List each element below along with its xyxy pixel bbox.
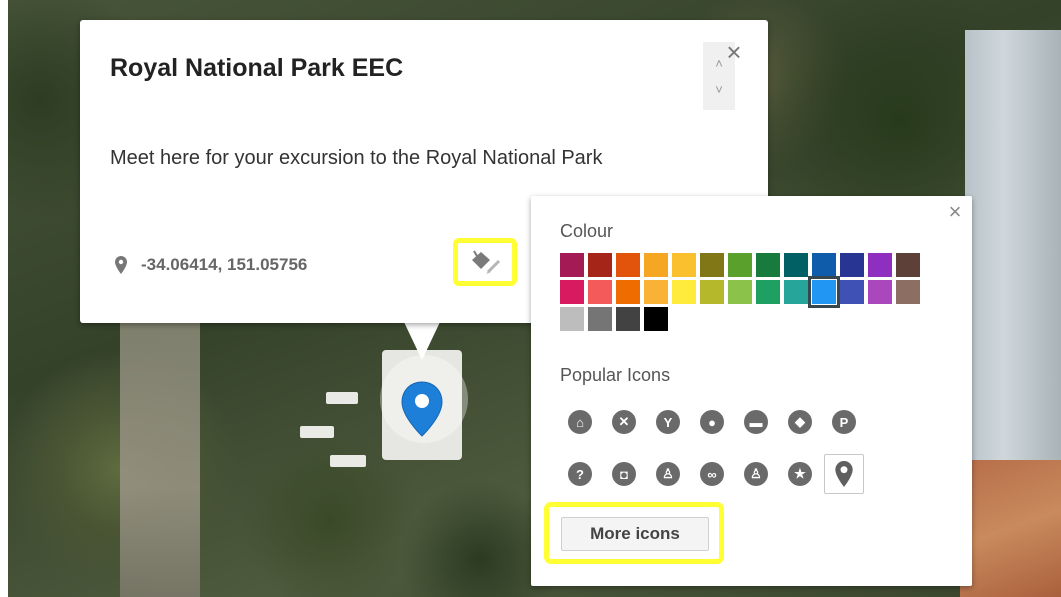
place-description[interactable]: Meet here for your excursion to the Roya… — [110, 138, 700, 179]
colour-swatch[interactable] — [812, 253, 836, 277]
bicycle-icon[interactable]: ∞ — [692, 454, 732, 494]
popular-icons-label: Popular Icons — [560, 365, 671, 385]
colour-label: Colour — [560, 221, 614, 241]
star-icon[interactable]: ★ — [780, 454, 820, 494]
bar-icon[interactable]: Y — [648, 402, 688, 442]
colour-swatch[interactable] — [756, 253, 780, 277]
coordinates-row: -34.06414, 151.05756 — [115, 253, 307, 277]
colour-swatch[interactable] — [840, 280, 864, 304]
colour-swatch[interactable] — [808, 276, 840, 308]
hotel-icon[interactable]: ▬ — [736, 402, 776, 442]
hiking-icon[interactable]: ♙ — [648, 454, 688, 494]
colour-swatch[interactable] — [896, 280, 920, 304]
colour-swatch[interactable] — [700, 253, 724, 277]
camera-icon[interactable]: ◘ — [604, 454, 644, 494]
cafe-icon[interactable]: ● — [692, 402, 732, 442]
colour-swatch[interactable] — [616, 307, 640, 331]
style-panel: × Colour Popular Icons ⌂ ✕ Y ● ▬ ◆ P? ◘ ♙ ∞ ♙ ★ Mor… — [531, 196, 972, 586]
colour-swatch[interactable] — [644, 307, 668, 331]
bicycle-icon-glyph: ∞ — [700, 462, 724, 486]
map-caravan — [300, 426, 334, 438]
colour-swatch[interactable] — [896, 253, 920, 277]
shopping-icon[interactable]: ◆ — [780, 402, 820, 442]
place-title[interactable]: Royal National Park EEC — [110, 54, 403, 83]
hiking-icon-glyph: ♙ — [656, 462, 680, 486]
map-caravan — [326, 392, 358, 404]
colour-swatch[interactable] — [868, 280, 892, 304]
colour-swatch[interactable] — [840, 253, 864, 277]
hotel-icon-glyph: ▬ — [744, 410, 768, 434]
map-building-roof — [965, 30, 1061, 470]
map-marker-icon[interactable] — [399, 380, 445, 438]
style-button[interactable] — [453, 238, 517, 286]
restaurant-icon-glyph: ✕ — [612, 410, 636, 434]
colour-swatch[interactable] — [644, 280, 668, 304]
colour-swatch[interactable] — [700, 280, 724, 304]
colour-swatch[interactable] — [728, 253, 752, 277]
colour-swatch[interactable] — [672, 253, 696, 277]
colour-swatch[interactable] — [560, 253, 584, 277]
cafe-icon-glyph: ● — [700, 410, 724, 434]
help-icon-glyph: ? — [568, 462, 592, 486]
camera-icon-glyph: ◘ — [612, 462, 636, 486]
colour-swatch[interactable] — [560, 307, 584, 331]
colour-swatch[interactable] — [616, 280, 640, 304]
home-icon-glyph: ⌂ — [568, 410, 592, 434]
colour-swatch[interactable] — [588, 253, 612, 277]
map-pin-icon — [115, 256, 127, 274]
restaurant-icon[interactable]: ✕ — [604, 402, 644, 442]
info-window-tail — [404, 322, 440, 360]
close-icon[interactable]: × — [722, 39, 746, 65]
map-dirt-area — [960, 460, 1061, 597]
map-left-edge — [0, 0, 8, 597]
colour-swatch[interactable] — [672, 280, 696, 304]
running-icon[interactable]: ♙ — [736, 454, 776, 494]
map-pin-icon[interactable] — [824, 454, 864, 494]
map-road — [120, 320, 200, 597]
panel-close-icon[interactable]: × — [945, 200, 965, 224]
parking-icon-glyph: P — [832, 410, 856, 434]
more-icons-button[interactable]: More icons — [561, 517, 709, 551]
colour-swatch[interactable] — [588, 307, 612, 331]
colour-swatch[interactable] — [784, 280, 808, 304]
colour-swatch[interactable] — [784, 253, 808, 277]
coordinates-text: -34.06414, 151.05756 — [141, 255, 308, 274]
colour-swatch[interactable] — [644, 253, 668, 277]
help-icon[interactable]: ? — [560, 454, 600, 494]
home-icon[interactable]: ⌂ — [560, 402, 600, 442]
bar-icon-glyph: Y — [656, 410, 680, 434]
shopping-icon-glyph: ◆ — [788, 410, 812, 434]
running-icon-glyph: ♙ — [744, 462, 768, 486]
colour-swatch[interactable] — [728, 280, 752, 304]
colour-swatch[interactable] — [560, 280, 584, 304]
popular-icons-grid: ⌂ ✕ Y ● ▬ ◆ P? ◘ ♙ ∞ ♙ ★ — [560, 402, 900, 494]
map-caravan — [330, 455, 366, 467]
more-icons-highlight: More icons — [544, 502, 724, 564]
colour-palette — [560, 253, 930, 334]
star-icon-glyph: ★ — [788, 462, 812, 486]
colour-swatch[interactable] — [616, 253, 640, 277]
parking-icon[interactable]: P — [824, 402, 864, 442]
colour-swatch[interactable] — [588, 280, 612, 304]
paint-bucket-icon — [472, 250, 501, 274]
colour-swatch[interactable] — [756, 280, 780, 304]
colour-swatch[interactable] — [868, 253, 892, 277]
scroll-down-icon[interactable]: ˅ — [703, 82, 735, 97]
